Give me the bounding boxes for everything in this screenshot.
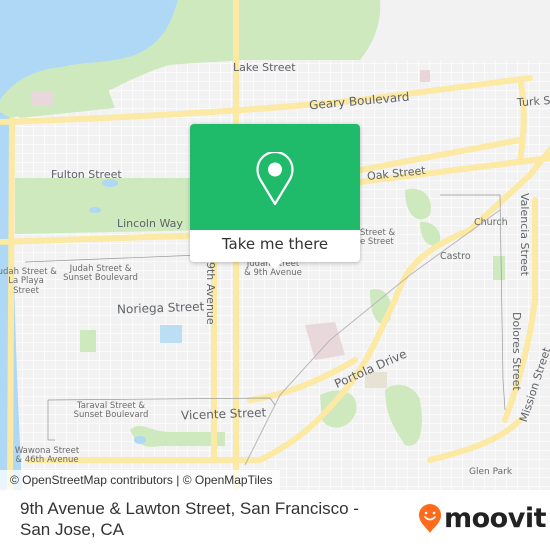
label-dolores-street: Dolores Street [510,312,523,391]
destination-popup[interactable]: Take me there [190,124,360,269]
road-great-highway [7,117,15,490]
popup-header [190,124,360,230]
label-lincoln-way: Lincoln Way [117,217,183,230]
osm-attribution-link[interactable]: © OpenStreetMap contributors [10,473,173,487]
label-fulton-street: Fulton Street [51,168,122,181]
label-castro: Castro [440,251,471,262]
label-judah-sunset: Judah Street & Sunset Boulevard [63,264,138,284]
label-taraval-sunset: Taraval Street & Sunset Boulevard [73,401,149,421]
take-me-there-button[interactable]: Take me there [190,230,360,262]
attribution-separator: | [172,473,183,487]
label-valencia-street: Valencia Street [518,193,531,276]
label-church: Church [474,217,508,228]
moovit-pin-icon [419,504,441,533]
popup-pointer [268,262,282,269]
map-view[interactable]: Lake Street Geary Boulevard Turk St Fult… [0,0,550,490]
map-attribution: © OpenStreetMap contributors | © OpenMap… [0,470,281,490]
moovit-logo[interactable]: moovit [418,503,547,534]
label-turk-street: Turk St [516,93,550,110]
openmaptiles-attribution-link[interactable]: © OpenMapTiles [183,473,273,487]
label-glen-park: Glen Park [469,467,513,477]
footer: 9th Avenue & Lawton Street, San Francisc… [0,490,550,550]
label-ninth-avenue: 9th Avenue [204,262,217,325]
label-lake-street: Lake Street [233,61,296,74]
location-title: 9th Avenue & Lawton Street, San Francisc… [20,499,359,539]
label-judah-la-playa: Judah Street & La Playa Street [0,267,57,296]
label-wawona-46th: Wawona Street & 46th Avenue [14,446,80,466]
location-pin-icon [256,152,294,206]
moovit-wordmark: moovit [444,503,547,534]
label-stop-nearby: Street & e Street [360,228,396,248]
